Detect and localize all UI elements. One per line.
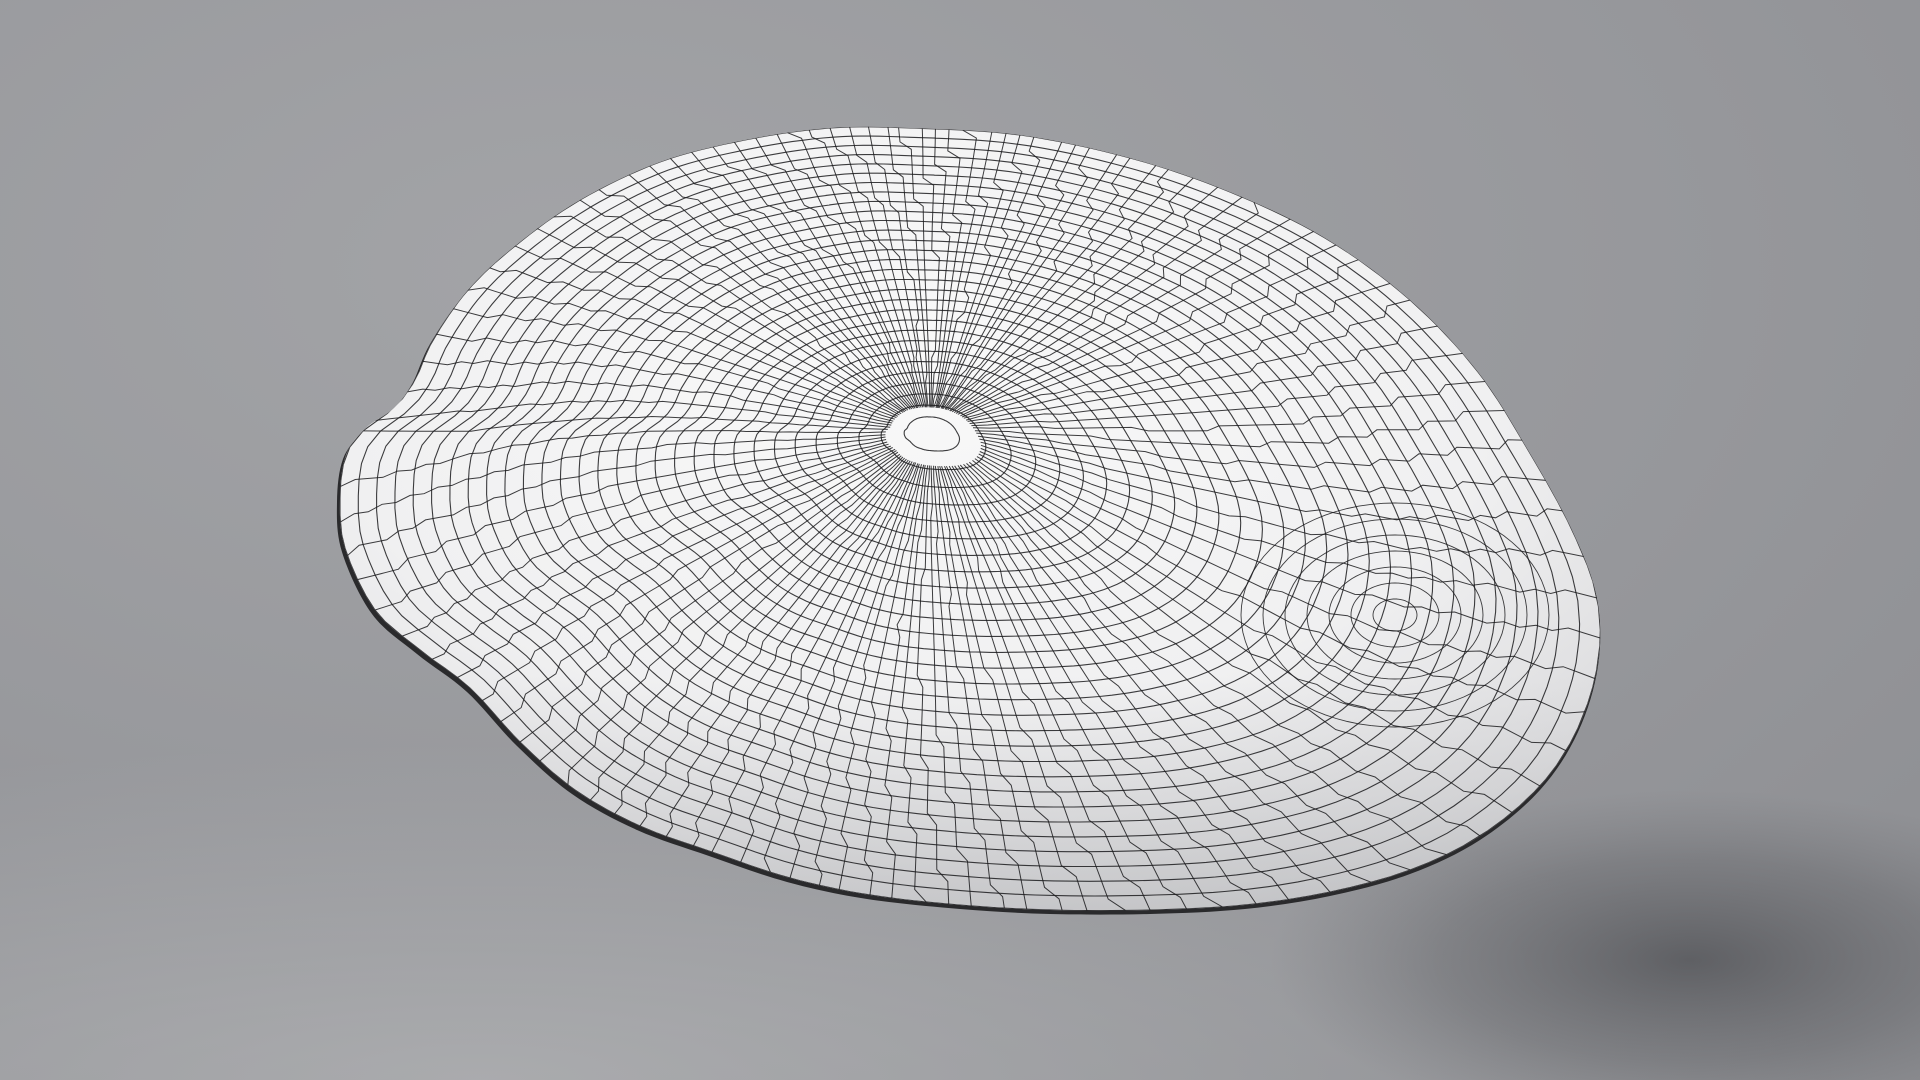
render-canvas [0,0,1920,1080]
render-viewport [0,0,1920,1080]
